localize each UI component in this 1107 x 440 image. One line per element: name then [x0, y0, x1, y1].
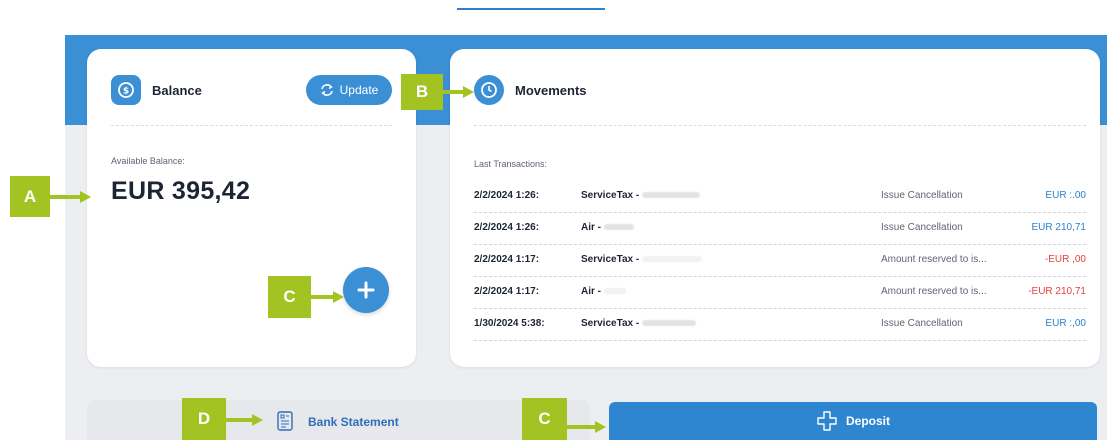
tx-date: 2/2/2024 1:26: [474, 190, 540, 201]
tx-type: Amount reserved to is... [881, 254, 987, 265]
bank-statement-icon [276, 411, 294, 436]
deposit-button[interactable]: Deposit [609, 402, 1097, 440]
plus-icon [817, 411, 837, 431]
tx-amount: EUR 210,71 [1031, 222, 1086, 233]
add-funds-button[interactable] [343, 267, 389, 313]
tx-type: Issue Cancellation [881, 190, 963, 201]
callout-c-plus: C [268, 276, 311, 318]
bank-statement-label: Bank Statement [308, 415, 399, 429]
divider [474, 125, 1086, 126]
plus-icon [357, 281, 375, 299]
callout-c-plus-arrow [311, 291, 344, 303]
tx-amount: -EUR ,00 [1044, 254, 1086, 265]
svg-text:$: $ [123, 87, 129, 97]
table-row[interactable]: 1/30/2024 5:38: ServiceTax - Issue Cance… [474, 308, 1086, 341]
deposit-label: Deposit [845, 414, 890, 428]
callout-d: D [182, 398, 226, 440]
tx-description: ServiceTax - [581, 190, 701, 201]
tx-amount: -EUR 210,71 [1028, 286, 1086, 297]
tx-description: Air - [581, 222, 634, 233]
tx-type: Amount reserved to is... [881, 286, 987, 297]
available-balance-amount: EUR 395,42 [111, 177, 251, 205]
table-row[interactable]: 2/2/2024 1:17: Air - Amount reserved to … [474, 276, 1086, 309]
tx-date: 2/2/2024 1:17: [474, 286, 540, 297]
tx-description: ServiceTax - [581, 318, 697, 329]
table-row[interactable]: 2/2/2024 1:26: Air - Issue Cancellation … [474, 212, 1086, 245]
top-underline [457, 8, 605, 10]
tx-description: ServiceTax - [581, 254, 703, 265]
movements-title: Movements [515, 83, 587, 98]
update-label: Update [339, 83, 379, 97]
clock-icon [474, 75, 504, 105]
divider [111, 125, 392, 126]
tx-date: 2/2/2024 1:17: [474, 254, 540, 265]
tx-type: Issue Cancellation [881, 222, 963, 233]
callout-b-arrow [443, 86, 474, 98]
last-transactions-label: Last Transactions: [474, 159, 548, 169]
callout-a: A [10, 176, 50, 217]
tx-date: 2/2/2024 1:26: [474, 222, 540, 233]
movements-card: Movements Last Transactions: 2/2/2024 1:… [450, 49, 1100, 367]
refresh-icon [320, 84, 333, 96]
tx-type: Issue Cancellation [881, 318, 963, 329]
callout-c-deposit: C [522, 398, 567, 440]
tx-description: Air - [581, 286, 626, 297]
tx-amount: EUR :.00 [1045, 190, 1086, 201]
callout-a-arrow [50, 191, 91, 203]
callout-c-deposit-arrow [567, 421, 606, 433]
tx-amount: EUR :,00 [1045, 318, 1086, 329]
balance-title: Balance [152, 83, 202, 98]
dollar-coin-icon: $ [111, 75, 141, 105]
table-row[interactable]: 2/2/2024 1:26: ServiceTax - Issue Cancel… [474, 180, 1086, 213]
balance-card: $ Balance Update Available Balance: EUR … [87, 49, 416, 367]
tx-date: 1/30/2024 5:38: [474, 318, 545, 329]
update-button[interactable]: Update [306, 75, 392, 105]
callout-d-arrow [226, 414, 263, 426]
table-row[interactable]: 2/2/2024 1:17: ServiceTax - Amount reser… [474, 244, 1086, 277]
callout-b: B [401, 74, 443, 110]
available-balance-label: Available Balance: [111, 156, 185, 166]
